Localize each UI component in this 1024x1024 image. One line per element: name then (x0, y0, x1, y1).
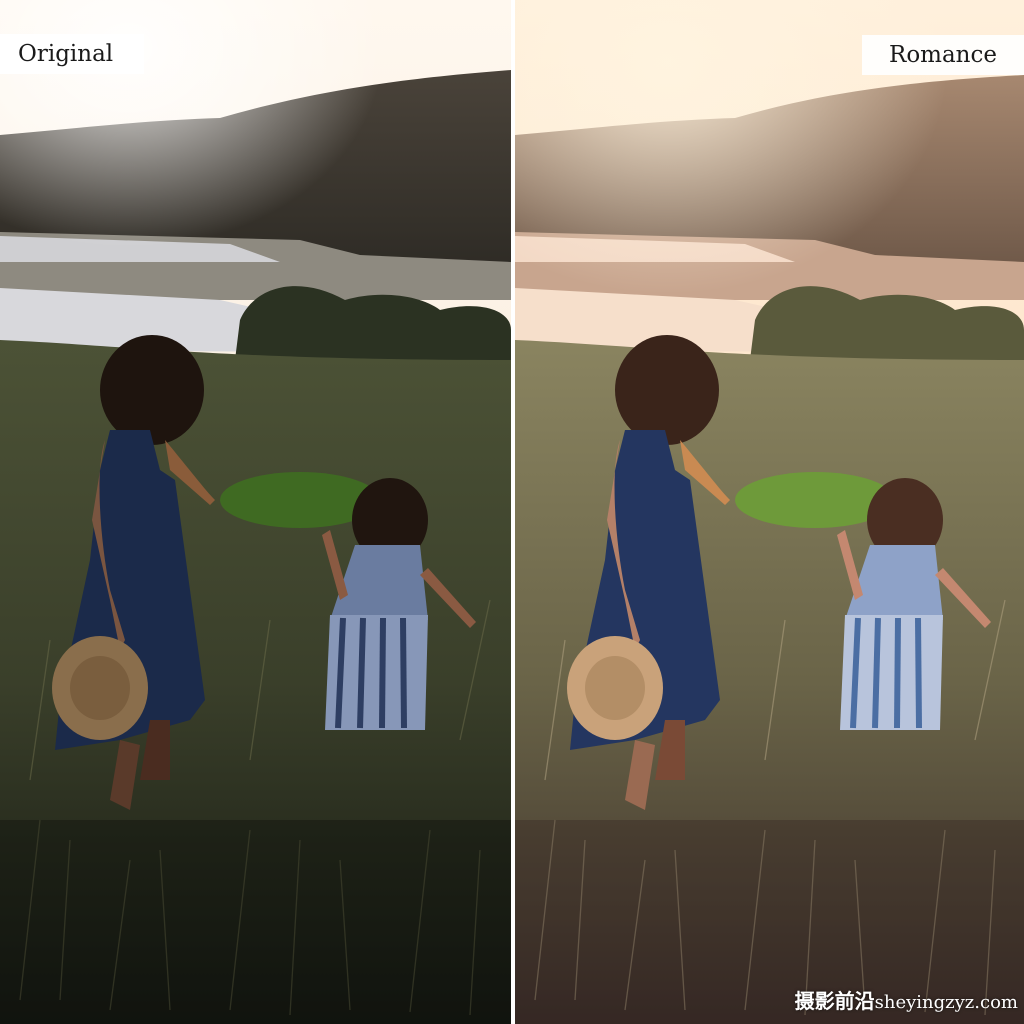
romance-photo-panel: Romance 摄影前沿sheyingzyz.com (515, 0, 1024, 1024)
original-photo-panel: Original (0, 0, 511, 1024)
watermark: 摄影前沿sheyingzyz.com (795, 985, 1018, 1014)
romance-label: Romance (862, 35, 1024, 75)
romance-photo (515, 0, 1024, 1024)
watermark-cn-text: 摄影前沿 (794, 989, 875, 1013)
original-photo (0, 0, 511, 1024)
watermark-domain-text: sheyingzyz.com (874, 992, 1018, 1013)
original-label: Original (0, 34, 144, 74)
